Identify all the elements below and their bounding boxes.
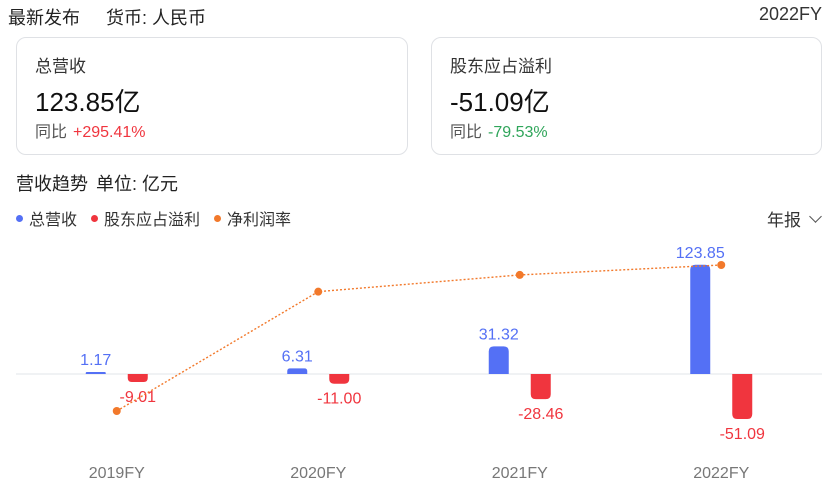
bar-profit-2019FY xyxy=(127,374,148,382)
data-label-revenue-2022FY: 123.85 xyxy=(676,245,725,262)
data-label-revenue-2021FY: 31.32 xyxy=(479,326,519,343)
bar-profit-2022FY xyxy=(732,374,753,420)
bar-profit-2020FY xyxy=(329,374,350,384)
margin-point-2021FY xyxy=(515,270,524,279)
bar-revenue-2019FY xyxy=(85,372,106,374)
revenue-chart: 1.17 -9.01 2019FY 6.31 -11.00 2020FY 31.32 -28.… xyxy=(16,245,822,482)
bar-profit-2021FY xyxy=(530,374,551,400)
data-label-profit-2020FY: -11.00 xyxy=(317,391,361,408)
data-label-revenue-2019FY: 1.17 xyxy=(80,352,111,369)
data-label-profit-2021FY: -28.46 xyxy=(518,406,563,423)
x-tick-2020FY: 2020FY xyxy=(290,465,346,482)
data-label-revenue-2020FY: 6.31 xyxy=(282,348,313,365)
x-tick-2022FY: 2022FY xyxy=(693,465,749,482)
bar-revenue-2020FY xyxy=(287,368,308,374)
bar-revenue-2022FY xyxy=(690,264,711,374)
data-label-profit-2022FY: -51.09 xyxy=(720,426,765,443)
bar-revenue-2021FY xyxy=(488,346,509,374)
data-label-profit-2019FY: -9.01 xyxy=(120,389,157,406)
x-tick-2019FY: 2019FY xyxy=(89,465,145,482)
margin-point-2019FY xyxy=(112,407,121,415)
margin-line xyxy=(116,264,722,412)
margin-point-2022FY xyxy=(717,261,726,269)
x-tick-2021FY: 2021FY xyxy=(492,465,548,482)
margin-point-2020FY xyxy=(314,287,323,296)
